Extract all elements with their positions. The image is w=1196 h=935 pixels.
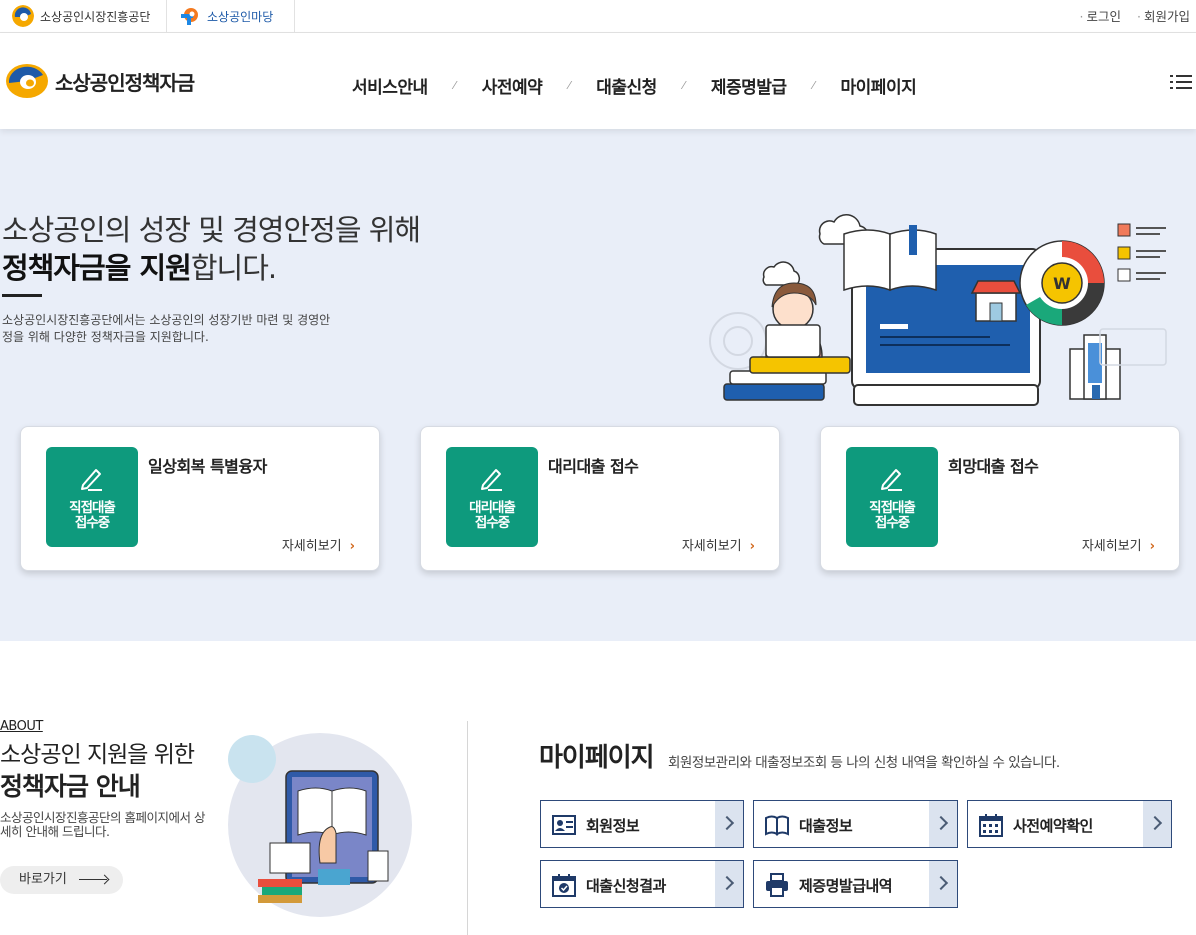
badge-line1: 직접대출 bbox=[869, 500, 916, 516]
chevron-right-icon bbox=[1143, 801, 1171, 847]
brand-logo-icon bbox=[6, 64, 48, 98]
hero-divider bbox=[2, 294, 42, 297]
chevron-right-icon bbox=[715, 801, 743, 847]
pencil-icon bbox=[881, 469, 902, 491]
utility-bar: 소상공인시장진흥공단 소상공인마당 로그인 회원가입 bbox=[0, 0, 1196, 33]
nav-loan-apply[interactable]: 대출신청 bbox=[596, 73, 657, 98]
status-badge: 직접대출 접수중 bbox=[846, 447, 938, 547]
card-title: 희망대출 접수 bbox=[948, 457, 1039, 476]
signup-link[interactable]: 회원가입 bbox=[1137, 6, 1190, 25]
chevron-right-icon: › bbox=[749, 539, 755, 554]
go-button[interactable]: 바로가기 bbox=[0, 866, 123, 894]
hero-title: 소상공인의 성장 및 경영안정을 위해 정책자금을 지원합니다. bbox=[2, 211, 421, 287]
badge-text: 직접대출 접수중 bbox=[846, 501, 938, 531]
util-links: 로그인 회원가입 bbox=[1064, 0, 1190, 30]
nav-separator: ⁄ bbox=[453, 78, 456, 92]
madang-logo-icon bbox=[179, 5, 201, 27]
badge-line2: 접수중 bbox=[474, 515, 510, 531]
main-nav: 서비스안내 ⁄ 사전예약 ⁄ 대출신청 ⁄ 제증명발급 ⁄ 마이페이지 bbox=[352, 71, 917, 99]
reservation-check-label: 사전예약확인 bbox=[1013, 817, 1093, 835]
brand-logo[interactable]: 소상공인정책자금 bbox=[5, 63, 195, 99]
chevron-right-icon bbox=[929, 801, 957, 847]
card-more-link[interactable]: 자세히보기 › bbox=[682, 535, 755, 554]
card-more-label: 자세히보기 bbox=[281, 539, 342, 554]
mypage-description: 회원정보관리와 대출정보조회 등 나의 신청 내역을 확인하실 수 있습니다. bbox=[668, 755, 1060, 771]
pencil-icon bbox=[81, 469, 102, 491]
brand-title: 소상공인정책자금 bbox=[55, 70, 195, 95]
badge-text: 직접대출 접수중 bbox=[46, 501, 138, 531]
status-badge: 대리대출 접수중 bbox=[446, 447, 538, 547]
pencil-icon bbox=[481, 469, 502, 491]
book-icon bbox=[765, 815, 789, 836]
badge-line1: 직접대출 bbox=[69, 500, 116, 516]
id-card-icon bbox=[552, 815, 576, 835]
about-title-line2: 정책자금 안내 bbox=[0, 772, 141, 801]
building-icon bbox=[1069, 334, 1121, 400]
site-tab-madang[interactable]: 소상공인마당 bbox=[167, 0, 295, 32]
certificate-history-button[interactable]: 제증명발급내역 bbox=[753, 860, 958, 908]
loan-card-daily-recovery[interactable]: 직접대출 접수중 일상회복 특별융자 자세히보기 › bbox=[20, 426, 380, 571]
printer-icon bbox=[766, 873, 788, 897]
about-title-line1: 소상공인 지원을 위한 bbox=[0, 742, 195, 768]
calendar-grid-icon bbox=[979, 814, 1003, 837]
site-tab-label: 소상공인시장진흥공단 bbox=[40, 9, 151, 24]
nav-mypage[interactable]: 마이페이지 bbox=[841, 73, 917, 98]
site-tab-semas[interactable]: 소상공인시장진흥공단 bbox=[0, 0, 167, 32]
nav-separator: ⁄ bbox=[812, 78, 815, 92]
nav-separator: ⁄ bbox=[568, 78, 571, 92]
loan-card-hope[interactable]: 직접대출 접수중 희망대출 접수 자세히보기 › bbox=[820, 426, 1180, 571]
member-info-label: 회원정보 bbox=[586, 817, 640, 835]
about-description: 소상공인시장진흥공단의 홈페이지에서 상세히 안내해 드립니다. bbox=[0, 810, 205, 839]
chevron-right-icon: › bbox=[1149, 539, 1155, 554]
badge-line2: 접수중 bbox=[874, 515, 910, 531]
hero-section: 소상공인의 성장 및 경영안정을 위해 정책자금을 지원합니다. 소상공인시장진… bbox=[0, 129, 1196, 641]
card-more-label: 자세히보기 bbox=[1081, 539, 1142, 554]
chevron-right-icon: › bbox=[349, 539, 355, 554]
badge-line2: 접수중 bbox=[74, 515, 110, 531]
shop-icon bbox=[970, 280, 1022, 322]
nav-certificate[interactable]: 제증명발급 bbox=[711, 73, 787, 98]
hamburger-menu-icon[interactable] bbox=[1170, 73, 1192, 91]
about-label: ABOUT bbox=[0, 719, 43, 734]
mypage-title: 마이페이지 bbox=[539, 743, 655, 773]
card-more-link[interactable]: 자세히보기 › bbox=[1082, 535, 1155, 554]
loan-info-label: 대출정보 bbox=[799, 817, 853, 835]
hero-title-rest: 합니다. bbox=[190, 251, 277, 285]
semas-logo-icon bbox=[12, 5, 34, 27]
loan-result-label: 대출신청결과 bbox=[586, 877, 666, 895]
chevron-right-icon bbox=[715, 861, 743, 907]
hero-illustration: W bbox=[709, 214, 1167, 406]
person-icon bbox=[723, 282, 851, 401]
section-divider bbox=[467, 721, 468, 935]
nav-reservation[interactable]: 사전예약 bbox=[482, 73, 543, 98]
nav-separator: ⁄ bbox=[682, 78, 685, 92]
certificate-history-label: 제증명발급내역 bbox=[799, 877, 893, 895]
card-title: 대리대출 접수 bbox=[548, 457, 639, 476]
open-book-icon bbox=[843, 225, 937, 292]
reservation-check-button[interactable]: 사전예약확인 bbox=[967, 800, 1172, 848]
badge-text: 대리대출 접수중 bbox=[446, 501, 538, 531]
nav-service-guide[interactable]: 서비스안내 bbox=[352, 73, 428, 98]
site-tab-label: 소상공인마당 bbox=[207, 9, 274, 24]
login-link[interactable]: 로그인 bbox=[1080, 6, 1121, 25]
donut-chart-icon: W bbox=[1019, 240, 1105, 326]
status-badge: 직접대출 접수중 bbox=[46, 447, 138, 547]
calendar-check-icon bbox=[552, 874, 576, 897]
card-more-label: 자세히보기 bbox=[681, 539, 742, 554]
about-title: 소상공인 지원을 위한 정책자금 안내 bbox=[0, 739, 195, 804]
hero-title-line1: 소상공인의 성장 및 경영안정을 위해 bbox=[2, 213, 421, 247]
member-info-button[interactable]: 회원정보 bbox=[540, 800, 744, 848]
loan-card-agency[interactable]: 대리대출 접수중 대리대출 접수 자세히보기 › bbox=[420, 426, 780, 571]
loan-info-button[interactable]: 대출정보 bbox=[753, 800, 958, 848]
hero-description: 소상공인시장진흥공단에서는 소상공인의 성장기반 마련 및 경영안정을 위해 다… bbox=[2, 313, 331, 344]
card-more-link[interactable]: 자세히보기 › bbox=[282, 535, 355, 554]
hero-title-bold: 정책자금을 지원 bbox=[2, 251, 192, 285]
badge-line1: 대리대출 bbox=[469, 500, 516, 516]
loan-result-button[interactable]: 대출신청결과 bbox=[540, 860, 744, 908]
chevron-right-icon bbox=[929, 861, 957, 907]
about-illustration bbox=[228, 733, 412, 917]
card-title: 일상회복 특별융자 bbox=[148, 457, 267, 476]
header: 소상공인정책자금 서비스안내 ⁄ 사전예약 ⁄ 대출신청 ⁄ 제증명발급 ⁄ 마… bbox=[0, 33, 1196, 129]
svg-text:W: W bbox=[1053, 274, 1071, 293]
